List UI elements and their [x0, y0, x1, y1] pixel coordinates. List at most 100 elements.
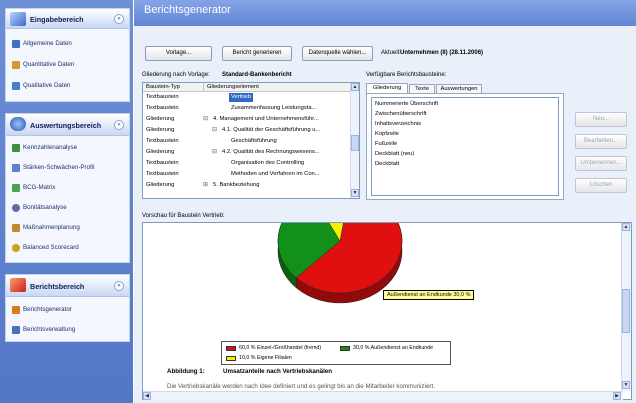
new-button[interactable]: Neu... — [575, 112, 627, 127]
template-button[interactable]: Vorlage... — [145, 46, 212, 61]
available-block-item[interactable]: Fußzeile — [375, 140, 397, 149]
pie-callout: Außendienst an Endkunde 30,0 % — [383, 290, 475, 300]
app-root: Eingabebereich « Allgemeine Daten Quanti… — [0, 0, 636, 403]
nav-item-label: Qualitative Daten — [23, 82, 71, 89]
outline-row[interactable]: Gliederung ⊟ 4.1. Qualität der Geschäftsfü… — [143, 126, 351, 135]
row-type: Gliederung — [146, 182, 175, 188]
report-generator-icon — [12, 306, 20, 314]
collapse-icon[interactable]: « — [114, 120, 124, 130]
nav-item-label: Quantitative Daten — [23, 61, 75, 68]
report-management-icon — [12, 326, 20, 334]
available-block-item[interactable]: Deckblatt (neu) — [375, 150, 414, 159]
nav-item-label: Allgemeine Daten — [23, 40, 72, 47]
expand-icon[interactable]: ⊞ — [203, 181, 208, 190]
row-type: Textbaustein — [146, 138, 179, 144]
available-block-item[interactable]: Kopfzeile — [375, 130, 399, 139]
available-block-item[interactable]: Zwischenüberschrift — [375, 110, 427, 119]
nav-item-label: Bonitätsanalyse — [23, 204, 67, 211]
row-element: Geschäftsführung — [231, 138, 277, 144]
outline-row[interactable]: Gliederung ⊟ 4. Management und Unternehmen… — [143, 115, 351, 124]
expand-icon[interactable]: ⊟ — [212, 126, 217, 135]
main-area: Berichtsgenerator Vorlage... Bericht gen… — [134, 0, 636, 403]
section-header-eingabebereich[interactable]: Eingabebereich « — [6, 9, 129, 29]
preview-vscrollbar[interactable]: ▲ ▼ — [621, 223, 631, 391]
scroll-thumb[interactable] — [351, 135, 359, 151]
matrix-icon — [12, 184, 20, 192]
scroll-right-icon[interactable]: ▶ — [613, 392, 621, 400]
nav-item-balanced-scorecard[interactable]: Balanced Scorecard — [12, 242, 127, 254]
section-title: Auswertungsbereich — [30, 121, 102, 130]
scroll-thumb[interactable] — [622, 289, 630, 333]
scroll-left-icon[interactable]: ◀ — [143, 392, 151, 400]
col-element-header[interactable]: Gliederungselement — [203, 83, 259, 92]
nav-item-allgemeine-daten[interactable]: Allgemeine Daten — [12, 38, 127, 50]
scroll-down-icon[interactable]: ▼ — [622, 381, 630, 389]
rename-button[interactable]: Umbenennen... — [575, 156, 627, 171]
current-label: Aktuell: — [381, 50, 401, 56]
nav-item-quantitative-daten[interactable]: Quantitative Daten — [12, 59, 127, 71]
nav-item-bcg-matrix[interactable]: BCG-Matrix — [12, 182, 127, 194]
outline-row[interactable]: Textbaustein Vertrieb — [143, 93, 351, 102]
row-type: Textbaustein — [146, 105, 179, 111]
row-element: 4.2. Qualität des Rechnungswesens... — [222, 149, 320, 155]
scroll-up-icon[interactable]: ▲ — [622, 223, 630, 231]
delete-button[interactable]: Löschen — [575, 178, 627, 193]
nav-item-staerken-schwaechen-profil[interactable]: Stärken-Schwächen-Profil — [12, 162, 127, 174]
preview-hscrollbar[interactable]: ◀ ▶ — [143, 391, 623, 400]
scroll-down-icon[interactable]: ▼ — [351, 189, 359, 197]
outline-scrollbar[interactable]: ▲ ▼ — [350, 83, 359, 198]
nav-item-massnahmenplanung[interactable]: Maßnahmenplanung — [12, 222, 127, 234]
row-element: Methoden und Verfahren im Con... — [231, 171, 320, 177]
nav-item-label: Berichtsverwaltung — [23, 326, 76, 333]
collapse-icon[interactable]: « — [114, 14, 124, 24]
outline-row[interactable]: Textbaustein Organisation des Controlling — [143, 159, 351, 168]
outline-row[interactable]: Gliederung ⊟ 4.2. Qualität des Rechnungswe… — [143, 148, 351, 157]
row-type: Gliederung — [146, 116, 175, 122]
available-block-item[interactable]: Nummerierte Überschrift — [375, 100, 438, 109]
edit-button[interactable]: Bearbeiten... — [575, 134, 627, 149]
section-title: Berichtsbereich — [30, 282, 85, 291]
collapse-icon[interactable]: « — [114, 281, 124, 291]
outline-row[interactable]: Textbaustein Methoden und Verfahren im Co… — [143, 170, 351, 179]
scorecard-icon — [12, 244, 20, 252]
input-section-icon — [10, 12, 26, 26]
scroll-up-icon[interactable]: ▲ — [351, 83, 359, 91]
nav-item-berichtsgenerator[interactable]: Berichtsgenerator — [12, 304, 127, 316]
available-block-item[interactable]: Inhaltsverzeichnis — [375, 120, 421, 129]
outline-row[interactable]: Textbaustein Geschäftsführung — [143, 137, 351, 146]
legend-swatch — [226, 346, 236, 351]
col-type-header[interactable]: Baustein-Typ — [146, 83, 180, 92]
nav-item-qualitative-daten[interactable]: Qualitative Daten — [12, 80, 127, 92]
figure-caption-label: Abbildung 1: — [167, 368, 205, 375]
section-header-berichtsbereich[interactable]: Berichtsbereich « — [6, 275, 129, 297]
nav-item-label: BCG-Matrix — [23, 184, 56, 191]
row-type: Textbaustein — [146, 94, 179, 100]
report-section-icon — [10, 278, 26, 292]
expand-icon[interactable]: ⊟ — [212, 148, 217, 157]
row-type: Gliederung — [146, 127, 175, 133]
outline-row[interactable]: Gliederung ⊞ 5. Bankbeziehung — [143, 181, 351, 190]
preview-pane[interactable]: Außendienst an Endkunde 30,0 % 60,0 % Ei… — [142, 222, 632, 400]
nav-item-kennzahlenanalyse[interactable]: Kennzahlenanalyse — [12, 142, 127, 154]
nav-item-berichtsverwaltung[interactable]: Berichtsverwaltung — [12, 324, 127, 336]
generate-report-button[interactable]: Bericht generieren — [222, 46, 292, 61]
pie-chart — [277, 223, 403, 304]
legend-swatch — [340, 346, 350, 351]
current-company: Unternehmen (II) (28.11.2006) — [400, 50, 484, 56]
select-datasource-button[interactable]: Datenquelle wählen... — [302, 46, 373, 61]
nav-item-bonitaetsanalyse[interactable]: Bonitätsanalyse — [12, 202, 127, 214]
profile-chart-icon — [12, 164, 20, 172]
legend-swatch — [226, 356, 236, 361]
expand-icon[interactable]: ⊟ — [203, 115, 208, 124]
row-type: Textbaustein — [146, 160, 179, 166]
outline-row[interactable]: Textbaustein Zusammenfassung Leistungsta.… — [143, 104, 351, 113]
title-bar: Berichtsgenerator — [134, 0, 636, 26]
section-header-auswertungsbereich[interactable]: Auswertungsbereich « — [6, 114, 129, 136]
available-block-item[interactable]: Deckblatt — [375, 160, 399, 169]
page-title: Berichtsgenerator — [144, 4, 231, 16]
preview-page: Außendienst an Endkunde 30,0 % 60,0 % Ei… — [143, 223, 623, 391]
outline-tree[interactable]: Baustein-Typ Gliederungselement Textbaus… — [142, 82, 360, 199]
row-element: 4.1. Qualität der Geschäftsführung u... — [222, 127, 321, 133]
available-blocks-list[interactable]: Nummerierte Überschrift Zwischenüberschri… — [371, 97, 559, 196]
general-data-icon — [12, 40, 20, 48]
